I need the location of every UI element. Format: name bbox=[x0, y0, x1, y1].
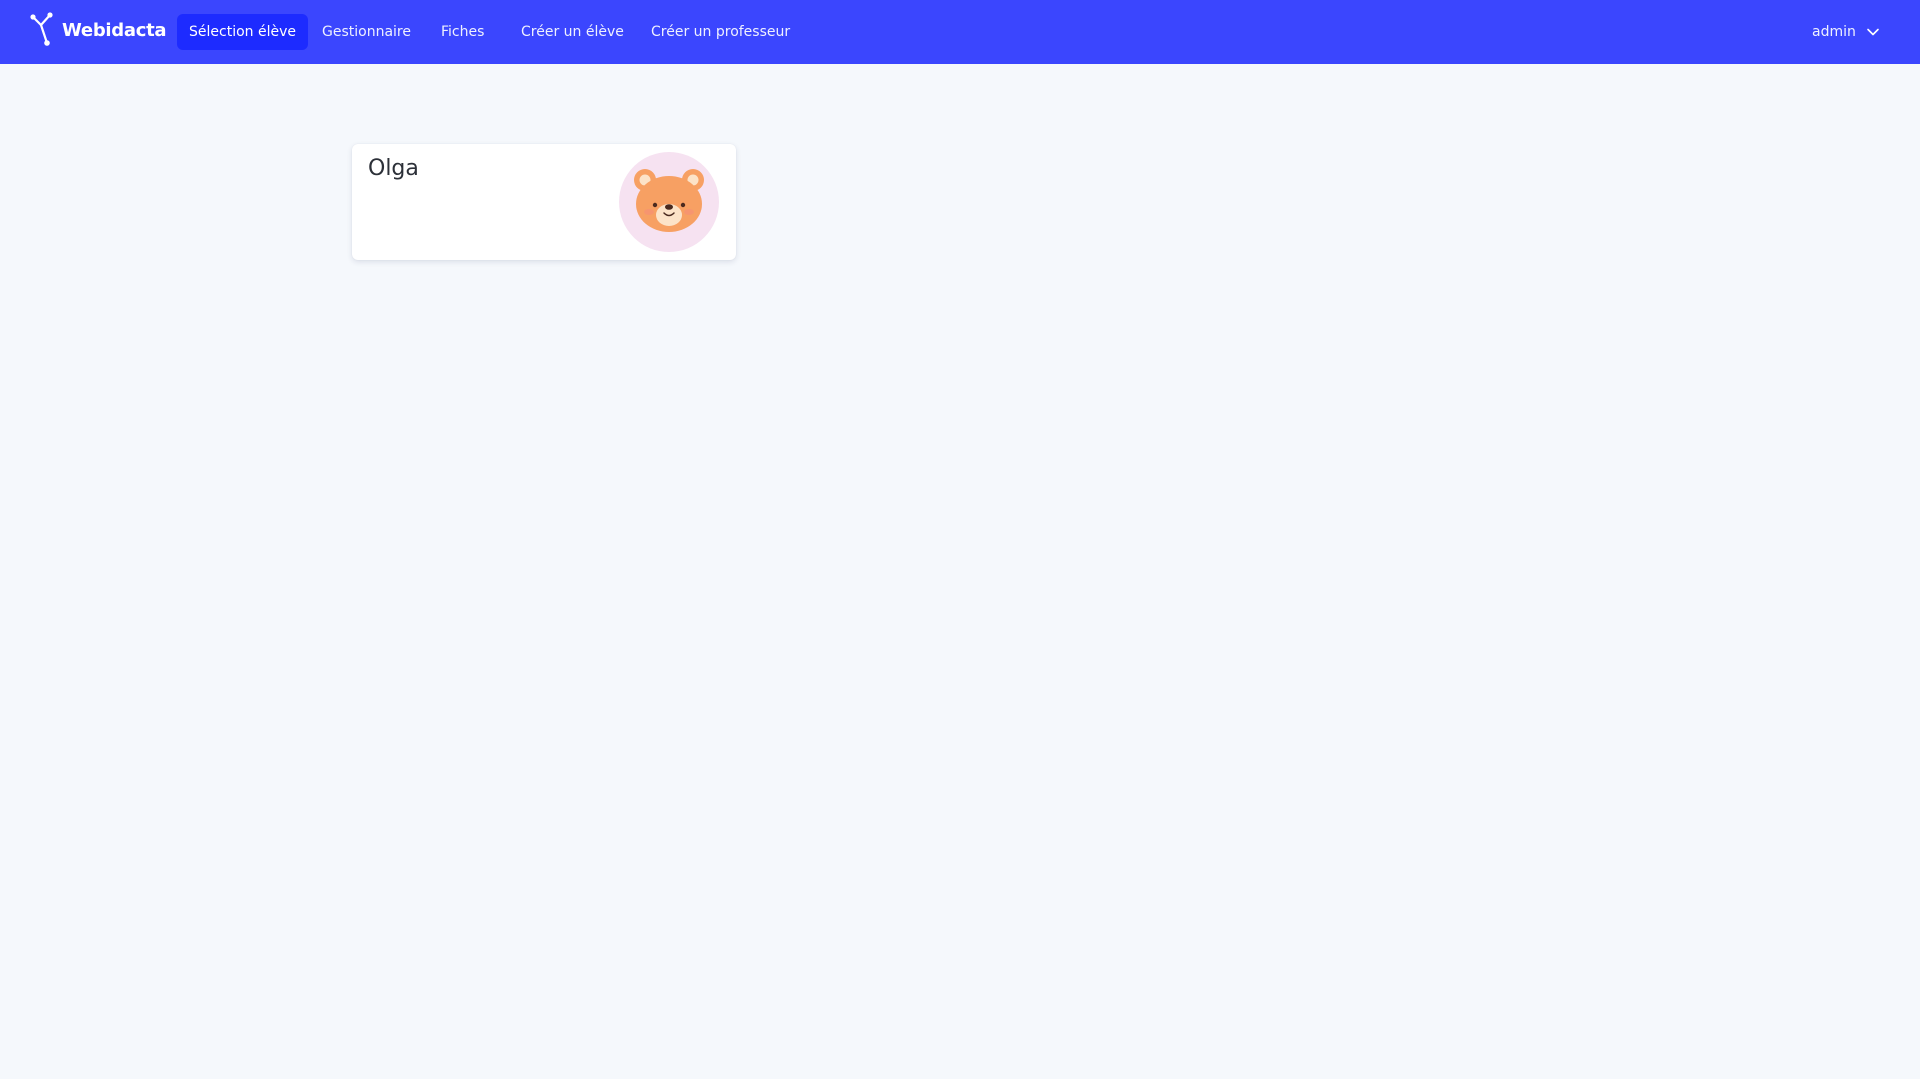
nav-item-selection-eleve[interactable]: Sélection élève bbox=[177, 14, 308, 50]
nav-item-fiches[interactable]: Fiches bbox=[441, 14, 484, 50]
top-navbar: Webidacta Sélection élève Gestionnaire F… bbox=[0, 0, 1920, 64]
nav-item-gestionnaire[interactable]: Gestionnaire bbox=[322, 14, 411, 50]
network-nodes-icon bbox=[30, 12, 53, 46]
nav-item-creer-professeur[interactable]: Créer un professeur bbox=[651, 14, 790, 50]
chevron-down-icon bbox=[1867, 28, 1879, 36]
nav-item-creer-eleve[interactable]: Créer un élève bbox=[521, 14, 624, 50]
user-name: admin bbox=[1812, 24, 1856, 40]
brand-name: Webidacta bbox=[62, 19, 167, 41]
student-name: Olga bbox=[368, 156, 419, 181]
student-card[interactable]: Olga bbox=[352, 144, 736, 260]
user-menu[interactable]: admin bbox=[1812, 14, 1880, 50]
student-avatar bbox=[619, 152, 719, 252]
brand-logo[interactable]: Webidacta bbox=[30, 12, 167, 48]
bear-face-icon bbox=[634, 169, 704, 232]
